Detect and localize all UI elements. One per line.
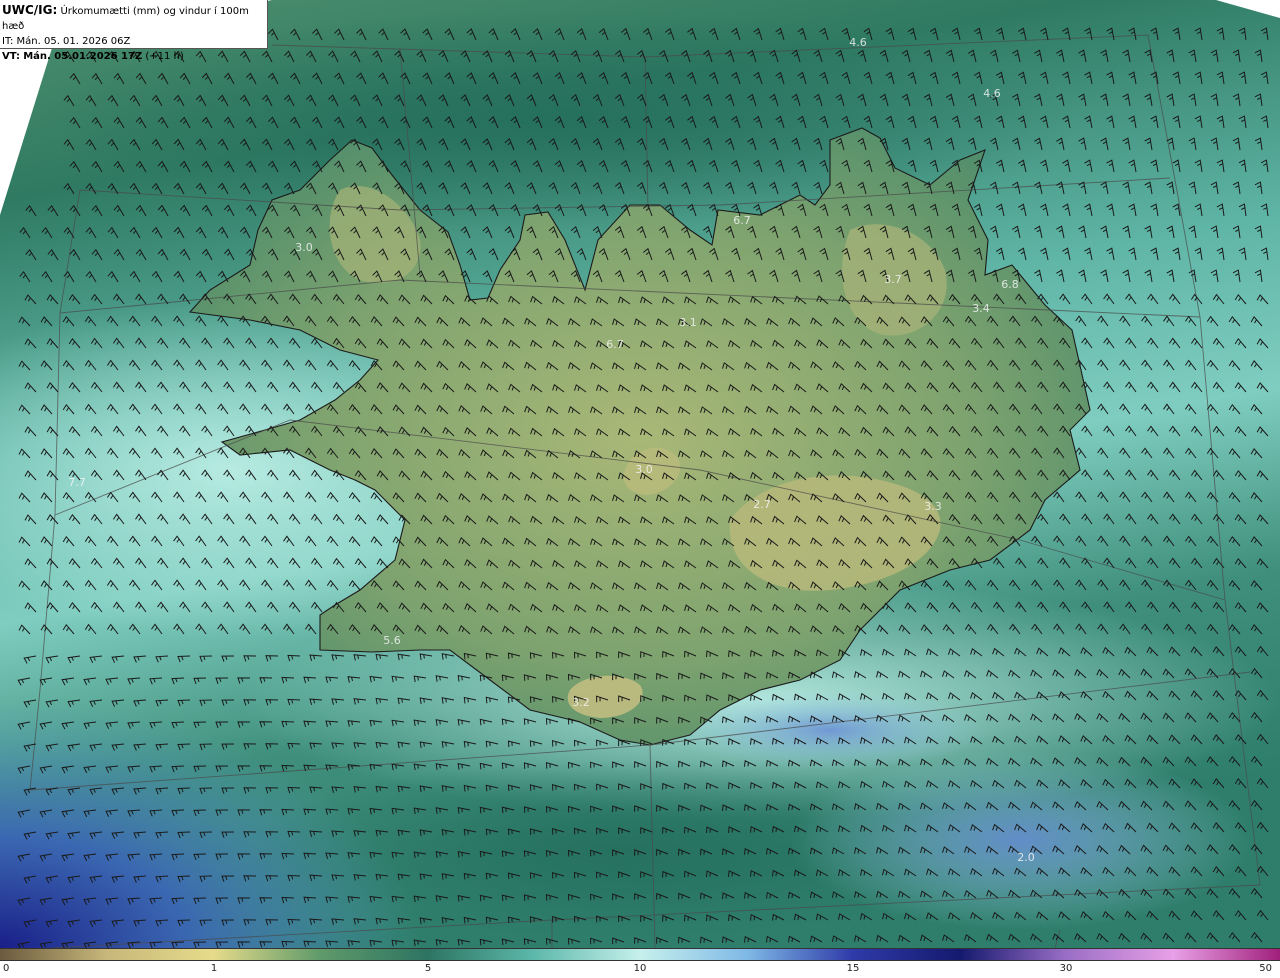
colorbar-tick-label: 1 (210, 963, 218, 974)
value-label: 6.7 (733, 214, 751, 227)
colorbar-tick-label: 30 (1059, 963, 1073, 974)
it-value: Mán. 05. 01. 2026 06Z (16, 36, 131, 47)
colorbar-tick-label: 5 (424, 963, 432, 974)
value-label: 3.4 (972, 302, 990, 315)
value-label: 2.7 (753, 498, 771, 511)
value-label: 3.0 (635, 463, 653, 476)
precipitation-wind-map[interactable]: 4.6 4.6 6.7 3.0 3.7 6.8 3.4 3.1 6.7 7.7 3.0 2.7 3.3 5… (0, 0, 1280, 948)
value-label: 3.0 (295, 241, 313, 254)
colorbar-tick-label: 15 (846, 963, 860, 974)
colorbar-tick-label: 10 (633, 963, 647, 974)
value-label: 3.1 (679, 316, 697, 329)
vt-offset: (+11 h) (145, 51, 184, 62)
model-code: UWC/IG: (2, 3, 58, 17)
value-label: 7.7 (68, 476, 86, 489)
value-label: 5.6 (383, 634, 401, 647)
value-label: 3.2 (572, 696, 590, 709)
colorbar-tick-label: 50 (1259, 963, 1272, 974)
value-label: 6.8 (1001, 278, 1019, 291)
map-info-box: UWC/IG: Úrkomumætti (mm) og vindur í 100… (0, 0, 268, 62)
value-label: 3.3 (924, 500, 942, 513)
value-label: 4.6 (983, 87, 1001, 100)
weather-map-panel[interactable]: 4.6 4.6 6.7 3.0 3.7 6.8 3.4 3.1 6.7 7.7 3.0 2.7 3.3 5… (0, 0, 1280, 948)
valid-time-line: VT: Mán. 05.01.2026 17Z (+11 h) (2, 49, 267, 64)
colorbar-tick-label: 0 (3, 963, 10, 974)
header-title-line: UWC/IG: Úrkomumætti (mm) og vindur í 100… (2, 3, 267, 34)
initial-time-line: IT: Mán. 05. 01. 2026 06Z (2, 34, 267, 49)
precipitation-colorbar: 0 1 5 10 15 30 50 (0, 948, 1280, 978)
value-label: 2.0 (1017, 851, 1035, 864)
value-label: 3.7 (884, 273, 902, 286)
value-label: 4.6 (849, 36, 867, 49)
it-prefix: IT: (2, 36, 14, 47)
vt-value: Mán. 05.01.2026 17Z (23, 51, 143, 62)
vt-prefix: VT: (2, 51, 21, 62)
colorbar-strip (0, 948, 1280, 961)
value-label: 6.7 (606, 338, 624, 351)
